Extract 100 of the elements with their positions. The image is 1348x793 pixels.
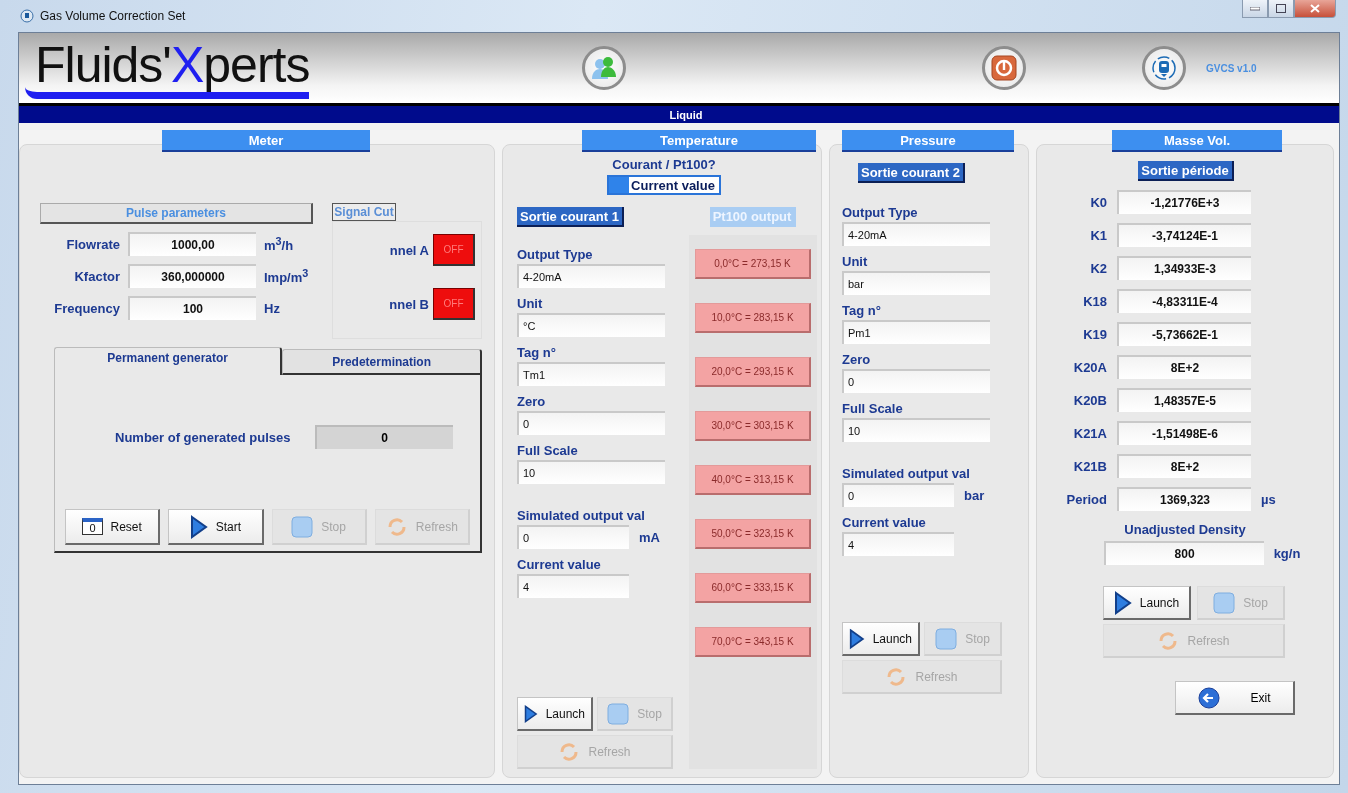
unit-label: kg/n [1273,545,1301,561]
launch-button[interactable]: Launch [517,697,593,731]
input-field[interactable]: 100 [128,296,256,320]
unit-label: Imp/m$^{3}$ [264,266,309,286]
field-label: Output Type [517,247,594,262]
close-icon [1310,4,1320,13]
app-icon [20,9,34,23]
panel-title: Pressure [842,130,1014,152]
minimize-icon [1250,6,1260,11]
input-field[interactable]: 1369,323 [1117,487,1251,511]
channel-label: nnel A [389,242,429,258]
input-field[interactable]: -3,74124E-1 [1117,223,1251,247]
unit-label: mA [639,529,660,545]
play-icon [1113,590,1132,615]
users-icon [590,54,618,82]
field-label: Full Scale [517,443,579,458]
unit-label: Hz [264,300,280,316]
tab[interactable]: Predetermination [282,349,482,375]
stop-icon [1213,591,1236,614]
field-label: Current value [842,515,927,530]
mode-title: Liquid [669,108,703,121]
field-label: Kfactor [74,268,120,284]
exit-button[interactable]: Exit [1175,681,1295,715]
counter-value: 0 [314,425,453,449]
field-label: Unit [517,296,544,311]
unit-label: m$^{3}$/h [264,234,294,254]
field-label: K2 [1090,260,1107,276]
input-field[interactable]: °C [517,313,665,337]
launch-button[interactable]: Launch [1103,586,1191,620]
group-title: Pulse parameters [40,203,313,224]
counter-label: Number of generated pulses [115,429,291,445]
app-logo-icon [1150,54,1178,82]
section-tab[interactable]: Sortie courant 2 [858,163,965,183]
section-tab[interactable]: Sortie courant 1 [517,207,624,227]
input-field[interactable]: 1,34933E-3 [1117,256,1251,280]
unit-label: bar [964,487,985,503]
field-label: Unadjusted Density [1124,522,1246,537]
input-field[interactable]: 10 [842,418,990,442]
tab[interactable]: Permanent generator [54,347,283,375]
field-label: Tag n° [517,345,557,360]
field-label: K18 [1083,293,1107,309]
field-label: K21A [1073,425,1107,441]
section-tab[interactable]: Sortie période [1138,161,1234,181]
about-button[interactable] [1142,46,1186,90]
input-field[interactable]: 360,000000 [128,264,256,288]
input-field[interactable]: 10 [517,460,665,484]
version-label: GVCS v1.0 [1205,62,1258,74]
input-field[interactable]: 0 [842,483,954,507]
start-button[interactable]: Start [168,509,264,545]
close-button[interactable] [1294,0,1336,18]
input-field[interactable]: 4 [842,532,954,556]
input-field[interactable]: Tm1 [517,362,665,386]
field-label: Zero [517,394,547,409]
logo: Fluids'Xperts [25,37,310,99]
input-field[interactable]: 4-20mA [517,264,665,288]
power-button[interactable] [982,46,1026,90]
input-field[interactable]: bar [842,271,990,295]
input-field[interactable]: -1,51498E-6 [1117,421,1251,445]
panel-title: Meter [162,130,370,152]
input-field[interactable]: 8E+2 [1117,355,1251,379]
field-label: K20A [1073,359,1107,375]
maximize-button[interactable] [1268,0,1294,18]
field-label: K19 [1083,326,1107,342]
input-field[interactable]: 1,48357E-5 [1117,388,1251,412]
reset-button[interactable]: 0 Reset [65,509,161,545]
users-button[interactable] [582,46,626,90]
power-icon [990,54,1018,82]
input-field[interactable]: 4 [517,574,629,598]
group-title: Signal Cut [332,203,396,221]
stop-icon [935,627,958,650]
input-field[interactable]: -1,21776E+3 [1117,190,1251,214]
launch-button[interactable]: Launch [842,622,920,656]
field-label: Current value [517,557,602,572]
input-field[interactable]: 4-20mA [842,222,990,246]
input-field[interactable]: Pm1 [842,320,990,344]
input-field[interactable]: 1000,00 [128,232,256,256]
field-label: Frequency [54,300,120,316]
panel-title: Masse Vol. [1112,130,1282,152]
field-label: Simulated output val [517,508,646,523]
window-title: Gas Volume Correction Set [40,9,186,23]
input-field[interactable]: 8E+2 [1117,454,1251,478]
input-field[interactable]: 0 [842,369,990,393]
input-field[interactable]: -5,73662E-1 [1117,322,1251,346]
unit-label: µs [1261,491,1276,507]
input-field[interactable]: 0 [517,411,665,435]
play-icon [189,514,208,539]
field-label: K0 [1090,194,1107,210]
field-label: K1 [1090,227,1107,243]
question-label: Courant / Pt100? [612,157,716,172]
panel-title: Temperature [582,130,816,152]
field-label: Simulated output val [842,466,971,481]
stop-icon [607,702,630,725]
input-field[interactable]: -4,83311E-4 [1117,289,1251,313]
field-label: Output Type [842,205,919,220]
input-field[interactable]: 800 [1103,541,1264,565]
field-label: Tag n° [842,303,882,318]
field-label: Flowrate [66,236,120,252]
mode-toggle[interactable]: Current value [607,175,721,195]
play-icon [849,626,865,651]
input-field[interactable]: 0 [517,525,629,549]
